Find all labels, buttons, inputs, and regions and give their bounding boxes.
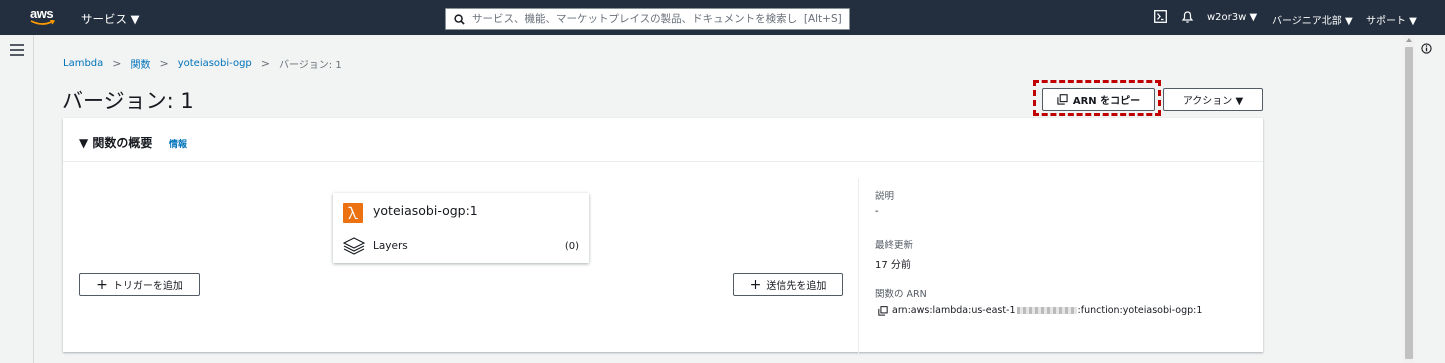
search-bar[interactable] <box>445 8 850 30</box>
info-panel-icon[interactable] <box>1421 43 1432 54</box>
add-trigger-button[interactable]: + トリガーを追加 <box>79 273 200 296</box>
aws-logo[interactable]: aws <box>30 6 60 28</box>
search-icon <box>454 14 465 25</box>
function-arn-label: 関数の ARN <box>875 289 927 300</box>
details-divider <box>858 178 859 354</box>
lambda-icon <box>343 203 363 223</box>
annotation-highlight-box <box>1033 80 1161 116</box>
hamburger-menu-icon[interactable] <box>10 44 24 56</box>
plus-icon: + <box>96 276 108 293</box>
panel-header: ▼ 関数の概要 情報 <box>63 118 1263 162</box>
breadcrumb-lambda[interactable]: Lambda <box>63 58 103 69</box>
aws-logo-text: aws <box>30 6 54 21</box>
aws-smile-icon <box>30 20 56 25</box>
chevron-right-icon: > <box>112 57 122 70</box>
last-modified-value: 17 分前 <box>875 260 911 271</box>
function-arn-value: arn:aws:lambda:us-east-1 :function:yotei… <box>878 305 1202 316</box>
breadcrumb-function[interactable]: yoteiasobi-ogp <box>178 58 252 69</box>
page-scrollbar[interactable] <box>1403 35 1415 363</box>
support-menu[interactable]: サポート ▼ <box>1366 12 1417 27</box>
info-link[interactable]: 情報 <box>169 137 187 150</box>
top-navigation-bar: aws サービス ▼ w2or3w ▼ バージニア北部 ▼ サポート ▼ <box>0 0 1445 35</box>
actions-dropdown-button[interactable]: アクション ▼ <box>1163 88 1263 111</box>
function-overview-toggle[interactable]: ▼ 関数の概要 <box>79 134 152 151</box>
breadcrumb-current: バージョン: 1 <box>279 60 342 71</box>
add-destination-label: 送信先を追加 <box>766 281 827 292</box>
function-name: yoteiasobi-ogp:1 <box>373 203 478 218</box>
function-overview-panel: ▼ 関数の概要 情報 yoteiasobi-ogp:1 Layers (0) +… <box>63 118 1263 354</box>
function-card[interactable]: yoteiasobi-ogp:1 Layers (0) <box>333 193 589 263</box>
scrollbar-thumb[interactable] <box>1405 47 1413 359</box>
page-title: バージョン: 1 <box>62 89 194 113</box>
last-modified-label: 最終更新 <box>875 240 914 251</box>
copy-arn-icon[interactable] <box>878 305 888 316</box>
search-input[interactable] <box>472 11 842 27</box>
redacted-account-id <box>1016 307 1077 314</box>
arn-suffix: :function:yoteiasobi-ogp:1 <box>1077 305 1203 316</box>
rail-divider <box>33 35 34 363</box>
description-label: 説明 <box>875 191 895 202</box>
chevron-right-icon: > <box>159 57 169 70</box>
plus-icon: + <box>749 276 762 293</box>
actions-label: アクション ▼ <box>1182 96 1244 107</box>
region-menu[interactable]: バージニア北部 ▼ <box>1272 12 1353 27</box>
breadcrumb: Lambda > 関数 > yoteiasobi-ogp > バージョン: 1 <box>63 56 342 71</box>
description-value: - <box>875 206 879 217</box>
scroll-up-arrow-icon[interactable] <box>1406 38 1412 42</box>
layers-icon <box>343 237 365 255</box>
layers-label[interactable]: Layers <box>373 240 408 252</box>
add-destination-button[interactable]: + 送信先を追加 <box>733 273 843 296</box>
arn-prefix: arn:aws:lambda:us-east-1 <box>892 305 1016 316</box>
user-menu[interactable]: w2or3w ▼ <box>1207 12 1257 23</box>
chevron-right-icon: > <box>260 57 270 70</box>
cloudshell-icon[interactable] <box>1154 10 1167 23</box>
layers-count: (0) <box>564 241 579 252</box>
bell-icon[interactable] <box>1181 10 1194 23</box>
services-menu[interactable]: サービス ▼ <box>81 11 140 27</box>
breadcrumb-functions[interactable]: 関数 <box>130 56 150 71</box>
add-trigger-label: トリガーを追加 <box>112 281 183 292</box>
